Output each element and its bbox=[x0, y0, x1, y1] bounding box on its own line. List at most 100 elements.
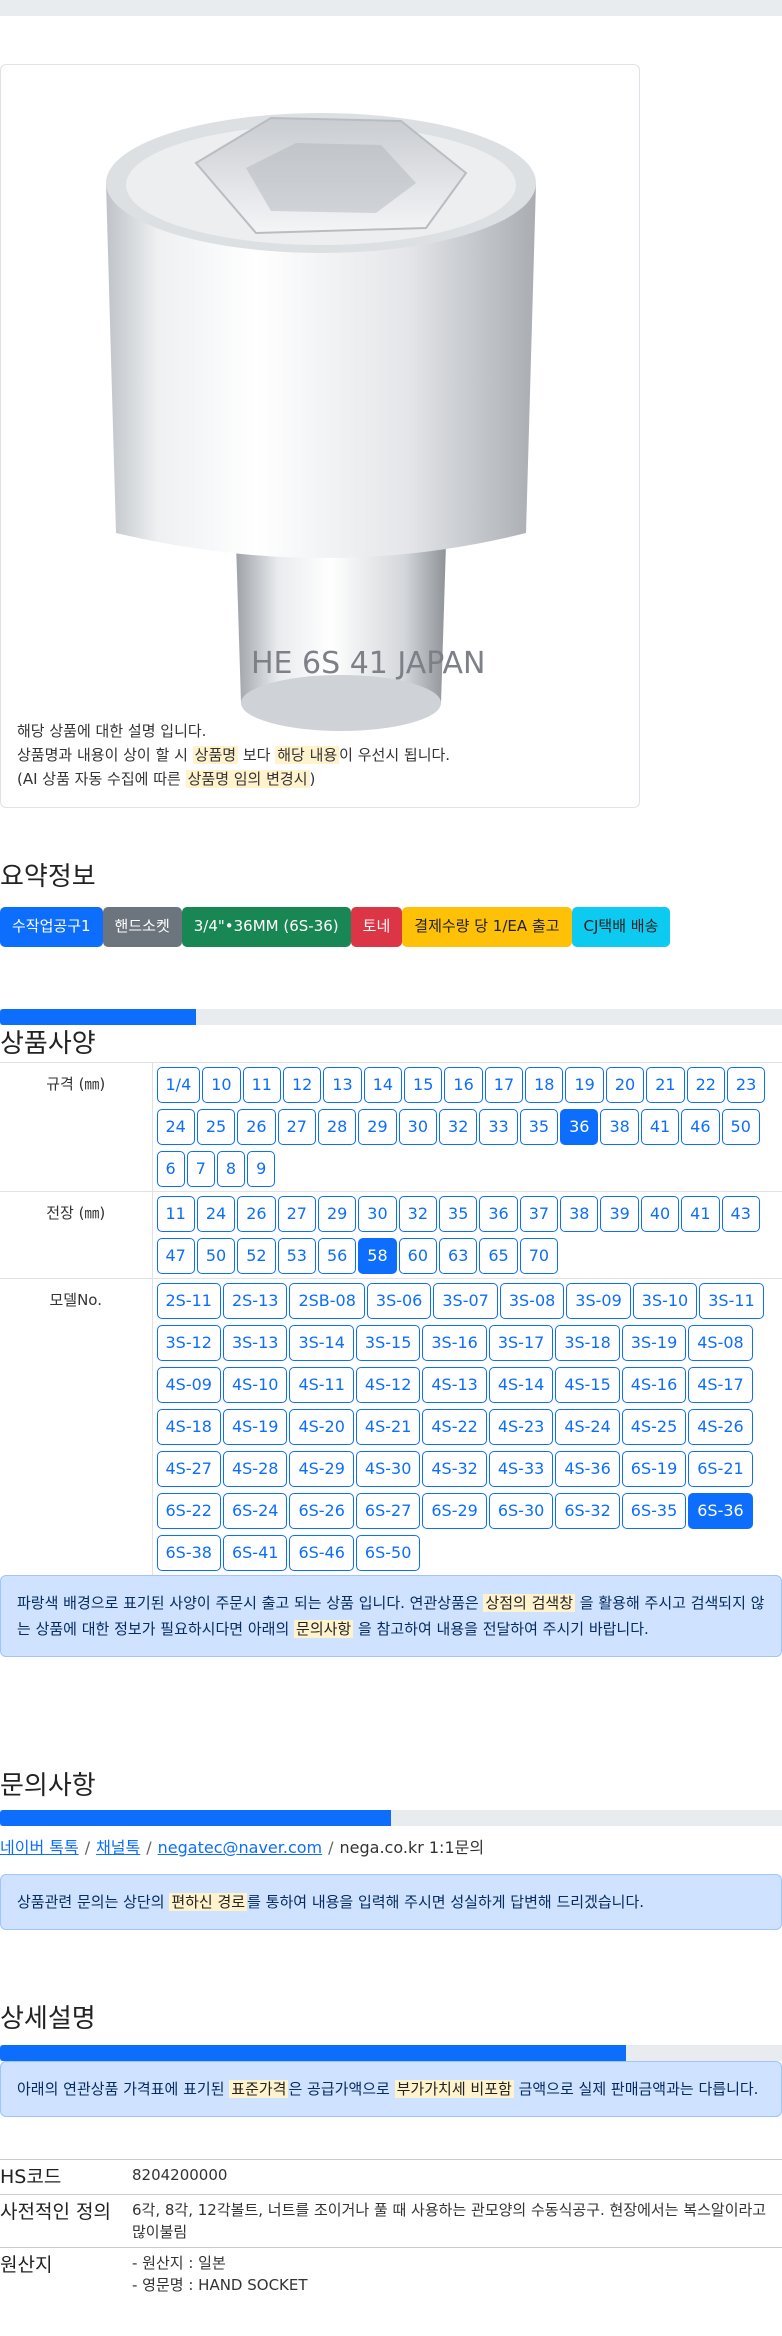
spec-option-chip[interactable]: 56 bbox=[317, 1238, 357, 1274]
spec-option-chip[interactable]: 33 bbox=[479, 1109, 518, 1145]
spec-option-chip[interactable]: 3S-18 bbox=[555, 1325, 620, 1361]
spec-option-chip[interactable]: 3S-11 bbox=[699, 1283, 764, 1319]
spec-option-chip[interactable]: 4S-27 bbox=[156, 1451, 221, 1487]
spec-option-chip[interactable]: 4S-08 bbox=[688, 1325, 753, 1361]
spec-option-chip[interactable]: 6 bbox=[156, 1151, 185, 1187]
spec-option-chip[interactable]: 58 bbox=[358, 1238, 397, 1274]
spec-option-chip[interactable]: 4S-36 bbox=[555, 1451, 620, 1487]
spec-option-chip[interactable]: 6S-46 bbox=[289, 1535, 354, 1571]
channel-talk-link[interactable]: 채널톡 bbox=[96, 1838, 140, 1857]
spec-option-chip[interactable]: 4S-12 bbox=[355, 1367, 421, 1403]
spec-option-chip[interactable]: 4S-26 bbox=[688, 1409, 753, 1445]
spec-option-chip[interactable]: 63 bbox=[439, 1238, 478, 1274]
spec-option-chip[interactable]: 2SB-08 bbox=[289, 1283, 365, 1319]
spec-option-chip[interactable]: 4S-23 bbox=[488, 1409, 554, 1445]
spec-option-chip[interactable]: 3S-15 bbox=[355, 1325, 421, 1361]
spec-option-chip[interactable]: 6S-38 bbox=[156, 1535, 221, 1571]
spec-option-chip[interactable]: 65 bbox=[479, 1238, 518, 1274]
spec-option-chip[interactable]: 41 bbox=[681, 1196, 720, 1232]
spec-option-chip[interactable]: 4S-25 bbox=[621, 1409, 687, 1445]
spec-option-chip[interactable]: 6S-32 bbox=[555, 1493, 620, 1529]
spec-option-chip[interactable]: 35 bbox=[519, 1109, 559, 1145]
spec-option-chip[interactable]: 50 bbox=[196, 1238, 236, 1274]
spec-option-chip[interactable]: 4S-22 bbox=[422, 1409, 487, 1445]
spec-option-chip[interactable]: 20 bbox=[605, 1067, 645, 1103]
naver-talk-link[interactable]: 네이버 톡톡 bbox=[0, 1838, 79, 1857]
spec-option-chip[interactable]: 4S-33 bbox=[488, 1451, 554, 1487]
spec-option-chip[interactable]: 28 bbox=[317, 1109, 357, 1145]
spec-option-chip[interactable]: 70 bbox=[519, 1238, 559, 1274]
spec-option-chip[interactable]: 35 bbox=[439, 1196, 478, 1232]
spec-option-chip[interactable]: 4S-20 bbox=[289, 1409, 354, 1445]
spec-option-chip[interactable]: 6S-30 bbox=[488, 1493, 554, 1529]
spec-option-chip[interactable]: 3S-06 bbox=[366, 1283, 432, 1319]
spec-option-chip[interactable]: 2S-11 bbox=[156, 1283, 221, 1319]
spec-option-chip[interactable]: 46 bbox=[681, 1109, 720, 1145]
spec-option-chip[interactable]: 32 bbox=[439, 1109, 478, 1145]
spec-option-chip[interactable]: 4S-14 bbox=[488, 1367, 554, 1403]
spec-option-chip[interactable]: 3S-16 bbox=[422, 1325, 487, 1361]
spec-option-chip[interactable]: 11 bbox=[242, 1067, 281, 1103]
spec-option-chip[interactable]: 30 bbox=[398, 1109, 438, 1145]
spec-option-chip[interactable]: 15 bbox=[404, 1067, 443, 1103]
spec-option-chip[interactable]: 36 bbox=[560, 1109, 599, 1145]
spec-option-chip[interactable]: 4S-13 bbox=[422, 1367, 487, 1403]
spec-option-chip[interactable]: 12 bbox=[282, 1067, 322, 1103]
spec-option-chip[interactable]: 53 bbox=[277, 1238, 316, 1274]
spec-option-chip[interactable]: 4S-30 bbox=[355, 1451, 421, 1487]
spec-option-chip[interactable]: 37 bbox=[519, 1196, 559, 1232]
spec-option-chip[interactable]: 13 bbox=[323, 1067, 362, 1103]
spec-option-chip[interactable]: 19 bbox=[565, 1067, 604, 1103]
spec-option-chip[interactable]: 6S-35 bbox=[621, 1493, 687, 1529]
spec-option-chip[interactable]: 3S-19 bbox=[621, 1325, 687, 1361]
spec-option-chip[interactable]: 6S-27 bbox=[355, 1493, 421, 1529]
spec-option-chip[interactable]: 8 bbox=[216, 1151, 246, 1187]
spec-option-chip[interactable]: 4S-32 bbox=[422, 1451, 487, 1487]
spec-option-chip[interactable]: 25 bbox=[196, 1109, 236, 1145]
spec-option-chip[interactable]: 60 bbox=[398, 1238, 438, 1274]
spec-option-chip[interactable]: 29 bbox=[317, 1196, 357, 1232]
spec-option-chip[interactable]: 6S-50 bbox=[355, 1535, 421, 1571]
spec-option-chip[interactable]: 30 bbox=[358, 1196, 397, 1232]
spec-option-chip[interactable]: 39 bbox=[600, 1196, 639, 1232]
spec-option-chip[interactable]: 4S-24 bbox=[555, 1409, 620, 1445]
spec-option-chip[interactable]: 21 bbox=[646, 1067, 685, 1103]
spec-option-chip[interactable]: 6S-29 bbox=[422, 1493, 487, 1529]
spec-option-chip[interactable]: 4S-18 bbox=[156, 1409, 221, 1445]
spec-option-chip[interactable]: 3S-13 bbox=[222, 1325, 288, 1361]
spec-option-chip[interactable]: 3S-10 bbox=[632, 1283, 698, 1319]
spec-option-chip[interactable]: 4S-29 bbox=[289, 1451, 354, 1487]
spec-option-chip[interactable]: 24 bbox=[196, 1196, 236, 1232]
spec-option-chip[interactable]: 24 bbox=[156, 1109, 195, 1145]
spec-option-chip[interactable]: 11 bbox=[156, 1196, 195, 1232]
spec-option-chip[interactable]: 6S-22 bbox=[156, 1493, 221, 1529]
spec-option-chip[interactable]: 4S-16 bbox=[621, 1367, 687, 1403]
spec-option-chip[interactable]: 47 bbox=[156, 1238, 195, 1274]
spec-option-chip[interactable]: 23 bbox=[726, 1067, 766, 1103]
spec-option-chip[interactable]: 2S-13 bbox=[222, 1283, 288, 1319]
spec-option-chip[interactable]: 4S-09 bbox=[156, 1367, 221, 1403]
spec-option-chip[interactable]: 22 bbox=[686, 1067, 725, 1103]
spec-option-chip[interactable]: 38 bbox=[600, 1109, 639, 1145]
spec-option-chip[interactable]: 3S-09 bbox=[566, 1283, 631, 1319]
spec-option-chip[interactable]: 7 bbox=[186, 1151, 215, 1187]
spec-option-chip[interactable]: 6S-24 bbox=[222, 1493, 288, 1529]
spec-option-chip[interactable]: 52 bbox=[237, 1238, 276, 1274]
spec-option-chip[interactable]: 26 bbox=[237, 1109, 276, 1145]
spec-option-chip[interactable]: 4S-17 bbox=[688, 1367, 753, 1403]
spec-option-chip[interactable]: 1/4 bbox=[156, 1067, 201, 1103]
spec-option-chip[interactable]: 6S-19 bbox=[621, 1451, 687, 1487]
spec-option-chip[interactable]: 36 bbox=[479, 1196, 518, 1232]
spec-option-chip[interactable]: 3S-12 bbox=[156, 1325, 221, 1361]
spec-option-chip[interactable]: 10 bbox=[202, 1067, 241, 1103]
spec-option-chip[interactable]: 4S-28 bbox=[222, 1451, 288, 1487]
spec-option-chip[interactable]: 41 bbox=[640, 1109, 680, 1145]
spec-option-chip[interactable]: 4S-21 bbox=[355, 1409, 421, 1445]
spec-option-chip[interactable]: 16 bbox=[444, 1067, 483, 1103]
spec-option-chip[interactable]: 17 bbox=[484, 1067, 524, 1103]
spec-option-chip[interactable]: 27 bbox=[277, 1196, 316, 1232]
spec-option-chip[interactable]: 6S-41 bbox=[222, 1535, 288, 1571]
email-link[interactable]: negatec@naver.com bbox=[158, 1838, 322, 1857]
spec-option-chip[interactable]: 3S-14 bbox=[289, 1325, 354, 1361]
spec-option-chip[interactable]: 43 bbox=[721, 1196, 760, 1232]
